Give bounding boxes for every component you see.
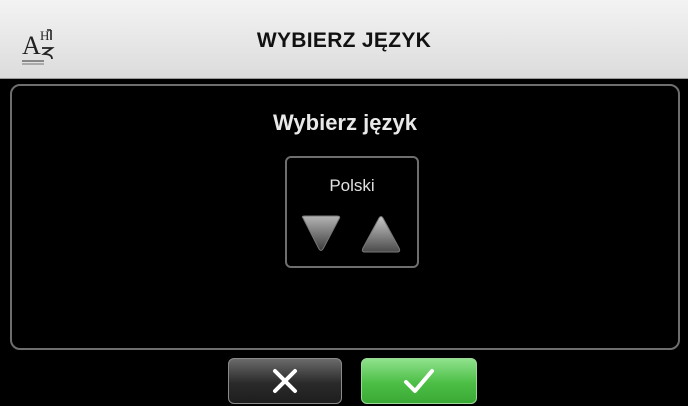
confirm-button[interactable] — [361, 358, 477, 404]
checkmark-icon — [404, 369, 434, 393]
language-select-screen: A H WYBIERZ JĘZYK Wybierz język Polski — [0, 0, 688, 406]
panel-title: Wybierz język — [273, 110, 417, 135]
close-icon — [273, 369, 297, 393]
header-bar: A H WYBIERZ JĘZYK — [0, 0, 688, 79]
triangle-up-icon[interactable] — [359, 214, 403, 254]
language-selector: Polski — [285, 156, 419, 268]
selected-language: Polski — [329, 176, 375, 195]
language-panel: Wybierz język Polski — [10, 84, 680, 350]
cancel-button[interactable] — [228, 358, 342, 404]
triangle-down-icon[interactable] — [299, 214, 343, 254]
page-title: WYBIERZ JĘZYK — [256, 29, 432, 52]
